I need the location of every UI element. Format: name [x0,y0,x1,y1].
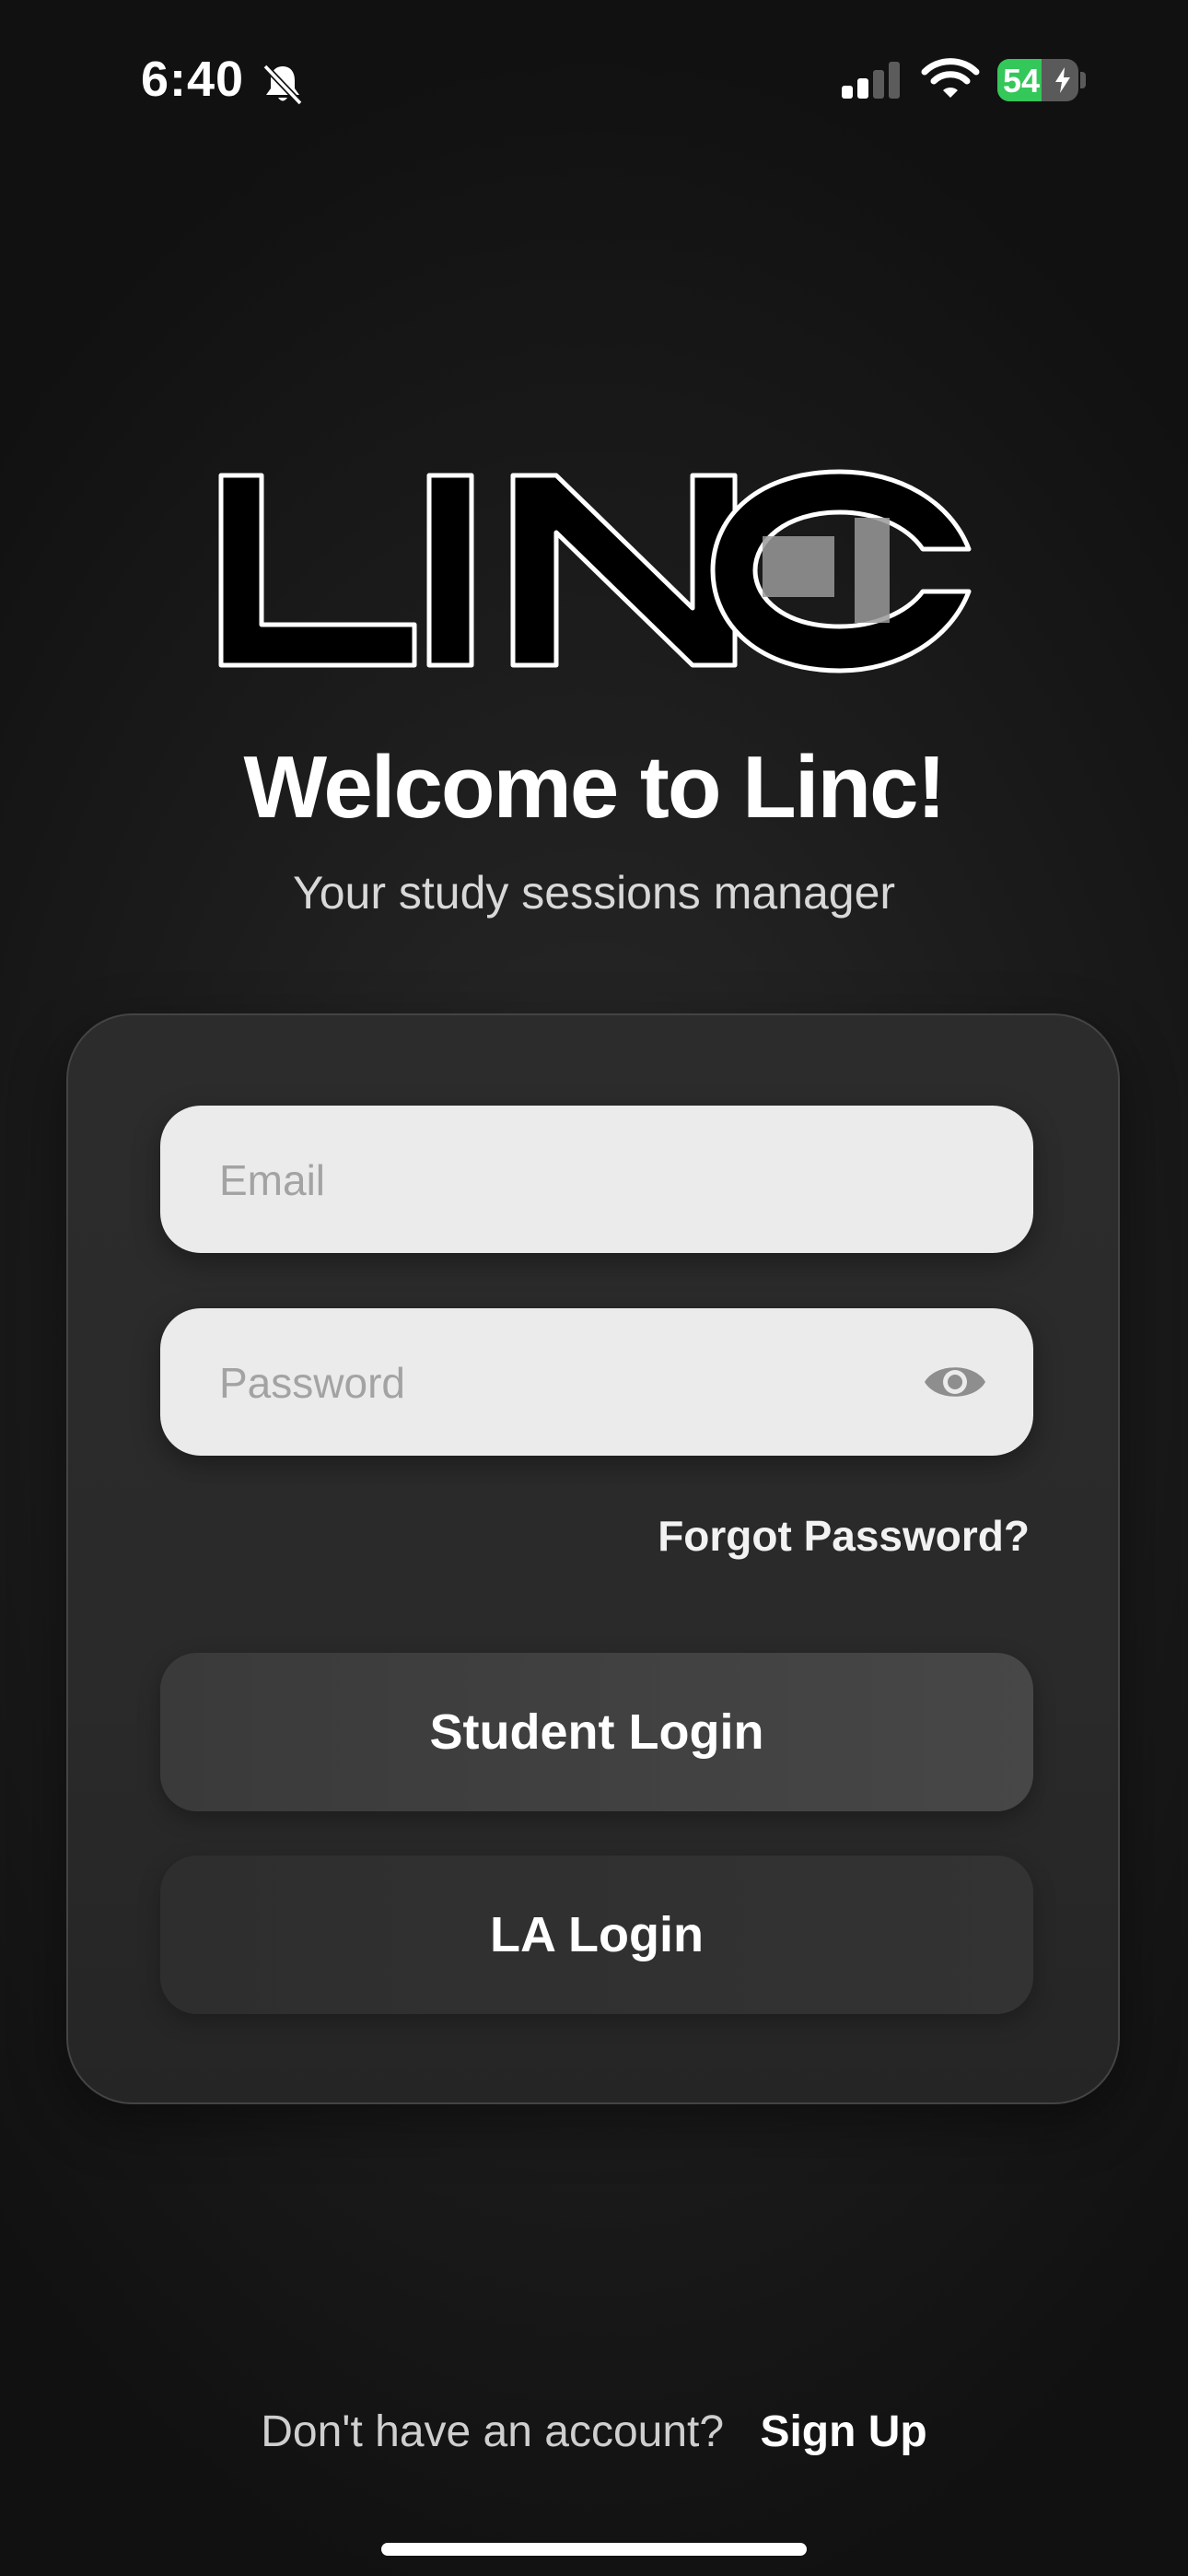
signup-link[interactable]: Sign Up [760,2407,926,2456]
linc-logo [218,469,972,673]
email-field[interactable] [160,1106,1033,1255]
battery-percent: 54 [1003,62,1041,100]
home-indicator[interactable] [381,2543,807,2556]
wifi-icon [921,58,980,98]
cellular-signal-icon [842,62,900,99]
status-bar: 6:40 54 [0,0,1188,157]
login-screen: 6:40 54 Welcome to Linc! Your study sess… [0,0,1188,2576]
eye-icon[interactable] [923,1357,987,1407]
welcome-title: Welcome to Linc! [243,738,947,837]
password-field[interactable] [160,1308,1033,1458]
la-login-button[interactable]: LA Login [160,1856,1033,2014]
signup-prompt: Don't have an account? [261,2407,725,2456]
battery-cap [1080,72,1086,88]
forgot-password-link[interactable]: Forgot Password? [658,1511,1030,1561]
battery-charging-icon: 54 [997,59,1078,101]
login-card: Forgot Password? Student Login LA Login [66,1013,1120,2104]
welcome-subtitle: Your study sessions manager [292,867,896,919]
email-input[interactable] [217,1106,939,1255]
password-input[interactable] [217,1308,939,1458]
charging-bolt-icon [1055,67,1070,93]
signup-row: Don't have an account? Sign Up [0,2406,1188,2457]
status-time: 6:40 [141,52,245,107]
bell-slash-icon [262,64,303,106]
student-login-button[interactable]: Student Login [160,1653,1033,1811]
